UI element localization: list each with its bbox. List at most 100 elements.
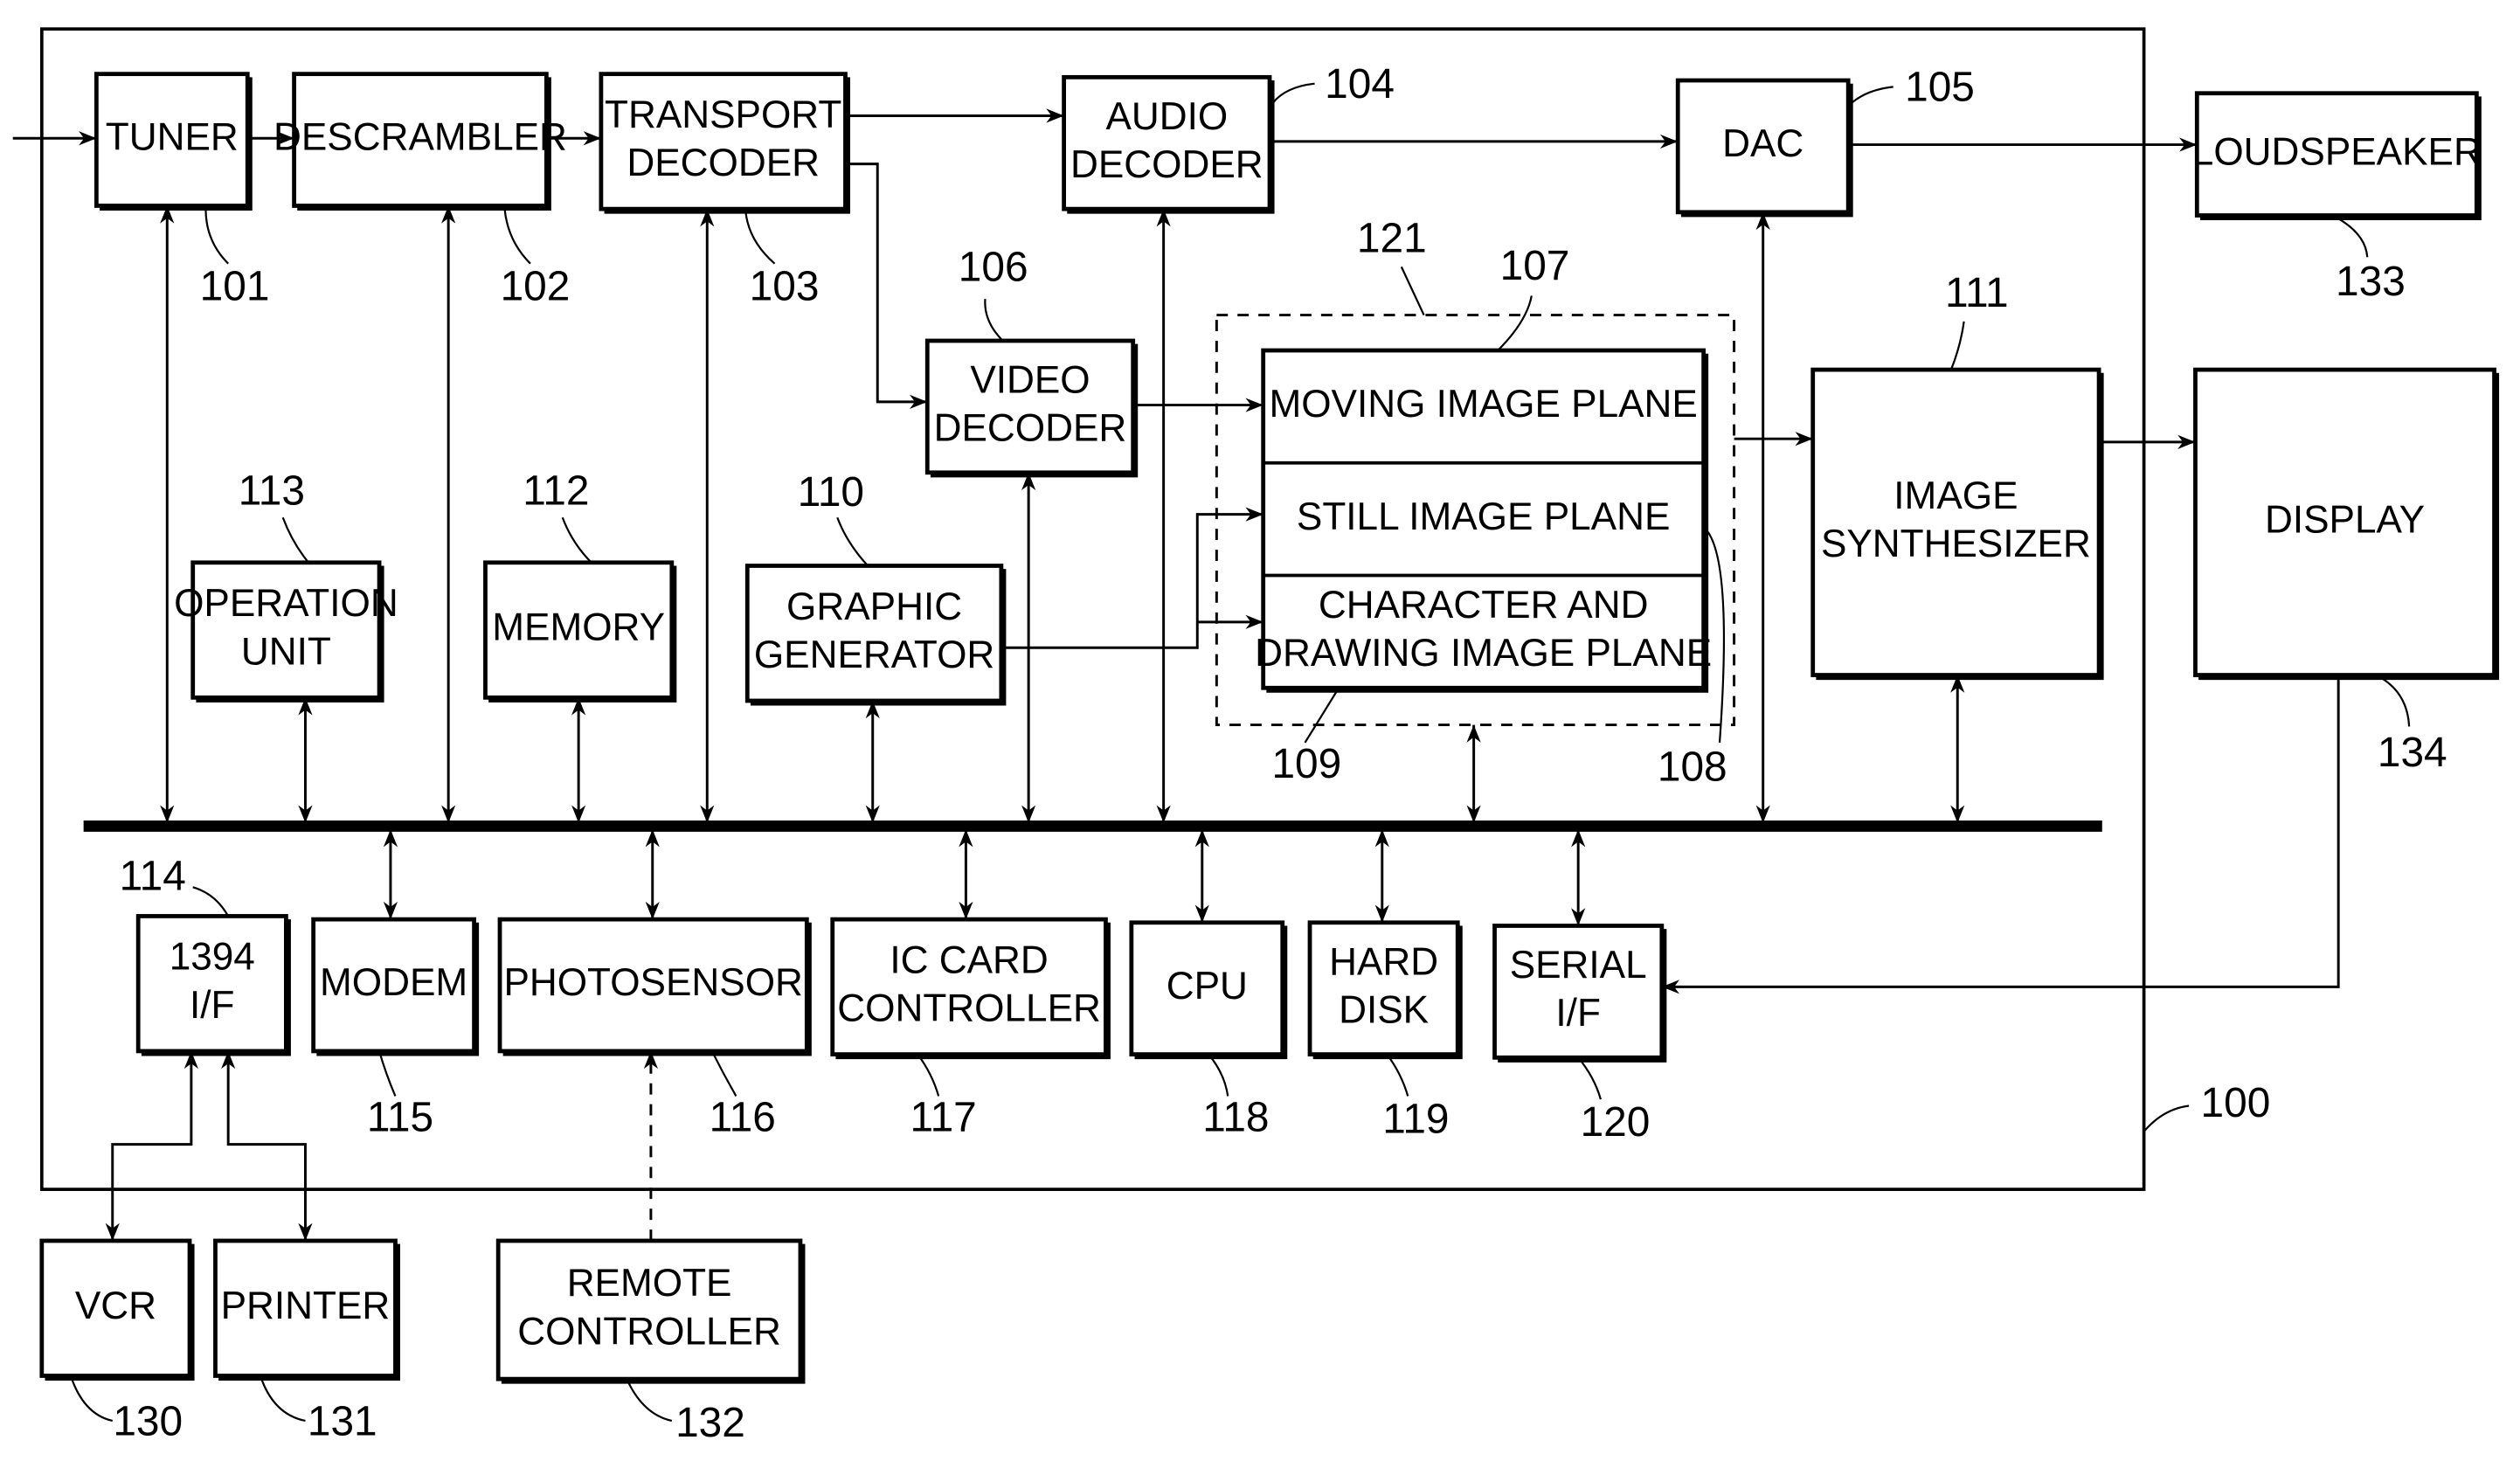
ref-numeral-108: 108 (1658, 744, 1727, 791)
leader-line (984, 299, 1004, 342)
ref-numeral-117: 117 (910, 1095, 977, 1141)
video-stream-arrow (845, 163, 928, 409)
ref-numeral-109: 109 (1271, 741, 1341, 787)
ref-numeral-118: 118 (1202, 1095, 1269, 1141)
ref-numeral-106: 106 (959, 245, 1028, 291)
block-label: CONTROLLER (837, 987, 1101, 1030)
leader-line (259, 1375, 306, 1423)
block-audio-decoder: AUDIO DECODER (1062, 74, 1275, 214)
ref-numeral-130: 130 (113, 1398, 183, 1444)
ref-numeral-101: 101 (200, 264, 270, 310)
leader-line (626, 1378, 673, 1423)
block-label: DECODER (627, 142, 820, 184)
leader-line (836, 516, 869, 567)
leader-line (281, 516, 309, 564)
block-dac: DAC (1675, 78, 1853, 218)
block-graphic-generator: GRAPHIC GENERATOR (744, 564, 1007, 706)
block-label: VCR (75, 1284, 156, 1327)
block-label: SERIAL (1510, 944, 1647, 987)
block-label: IC CARD (890, 938, 1048, 981)
ref-numeral-115: 115 (367, 1095, 433, 1141)
block-label: OPERATION (174, 582, 398, 625)
block-ic-card-controller: IC CARD CONTROLLER (830, 917, 1111, 1060)
block-label: DISPLAY (2265, 498, 2425, 541)
block-label: TUNER (106, 116, 239, 159)
block-label: REMOTE (567, 1262, 732, 1305)
block-serial-if: SERIAL I/F (1492, 924, 1667, 1063)
leader-line (2143, 1104, 2190, 1132)
ref-numeral-105: 105 (1905, 65, 1975, 111)
printer-link (221, 1050, 313, 1241)
ref-numeral-111: 111 (1945, 270, 2009, 316)
leader-line (744, 211, 776, 265)
ref-numeral-133: 133 (2336, 259, 2406, 305)
block-video-decoder: VIDEO DECODER (924, 338, 1139, 478)
leader-line (561, 516, 592, 564)
ref-numeral-103: 103 (750, 264, 820, 310)
block-label: UNIT (241, 630, 331, 673)
block-vcr: VCR (39, 1238, 195, 1381)
leader-line (503, 209, 531, 265)
leader-line (1949, 321, 1965, 370)
block-image-planes: MOVING IMAGE PLANE STILL IMAGE PLANE CHARA… (1255, 348, 1712, 693)
block-label: DISK (1339, 988, 1429, 1031)
block-label: AUDIO (1105, 95, 1228, 138)
block-label: LOUDSPEAKER (2192, 130, 2482, 173)
ref-numeral-120: 120 (1581, 1099, 1651, 1146)
ref-numeral-116: 116 (710, 1095, 776, 1141)
block-label: I/F (190, 984, 234, 1027)
ref-numeral-107: 107 (1500, 243, 1570, 289)
block-label: HARD (1329, 940, 1438, 983)
leader-line (1304, 687, 1340, 744)
leader-line (1497, 295, 1533, 351)
leader-line (69, 1375, 113, 1423)
block-memory: MEMORY (483, 560, 677, 703)
plane-label-character-drawing-plane: CHARACTER AND (1319, 584, 1649, 627)
block-label: CONTROLLER (517, 1310, 781, 1353)
ref-numeral-113: 113 (239, 467, 305, 514)
leader-line (1386, 1053, 1409, 1097)
block-if-1394: 1394 I/F (135, 914, 291, 1056)
ref-numeral-132: 132 (675, 1400, 745, 1446)
leader-line (710, 1050, 737, 1097)
ref-numeral-119: 119 (1382, 1096, 1449, 1142)
leader-line (917, 1053, 940, 1097)
leader-line (2337, 218, 2369, 258)
ref-numeral-114: 114 (120, 854, 186, 900)
block-label: DAC (1722, 122, 1803, 165)
ref-numeral-112: 112 (523, 467, 589, 514)
leader-line (1400, 266, 1425, 316)
ref-numeral-134: 134 (2378, 730, 2447, 776)
ref-numeral-110: 110 (798, 469, 864, 516)
leader-line (192, 886, 230, 917)
block-printer: PRINTER (213, 1238, 400, 1381)
ref-numeral-104: 104 (1325, 61, 1395, 107)
block-label: CPU (1167, 965, 1248, 1007)
block-label: VIDEO (970, 358, 1090, 401)
receiver-block-diagram: TUNER DESCRAMBLER TRANSPORT DECODER AUDIO DEC… (12, 27, 2500, 1446)
ref-numeral-131: 131 (308, 1398, 377, 1444)
block-label: MODEM (320, 961, 467, 1004)
block-cpu: CPU (1129, 920, 1288, 1060)
block-label: DESCRAMBLER (273, 116, 567, 159)
ref-numeral-system: 100 (2201, 1080, 2271, 1126)
block-display: DISPLAY (2193, 367, 2500, 681)
block-modem: MODEM (311, 917, 480, 1056)
leader-line (378, 1050, 397, 1097)
block-hard-disk: HARD DISK (1307, 920, 1463, 1060)
block-label: DECODER (1070, 143, 1263, 186)
block-loudspeaker: LOUDSPEAKER (2192, 91, 2482, 221)
block-label: 1394 (170, 936, 255, 979)
leader-line (2381, 677, 2411, 727)
vcr-link (105, 1050, 198, 1241)
block-label: GENERATOR (754, 634, 994, 676)
block-label: DECODER (934, 407, 1127, 450)
block-label: TRANSPORT (605, 93, 841, 136)
block-operation-unit: OPERATION UNIT (174, 560, 398, 703)
block-label: MEMORY (492, 606, 665, 649)
leader-line (1271, 82, 1315, 104)
block-label: GRAPHIC (786, 585, 962, 628)
plane-label-character-drawing-plane: DRAWING IMAGE PLANE (1255, 632, 1712, 675)
block-photosensor: PHOTOSENSOR (497, 917, 812, 1056)
leader-line (1847, 86, 1893, 107)
